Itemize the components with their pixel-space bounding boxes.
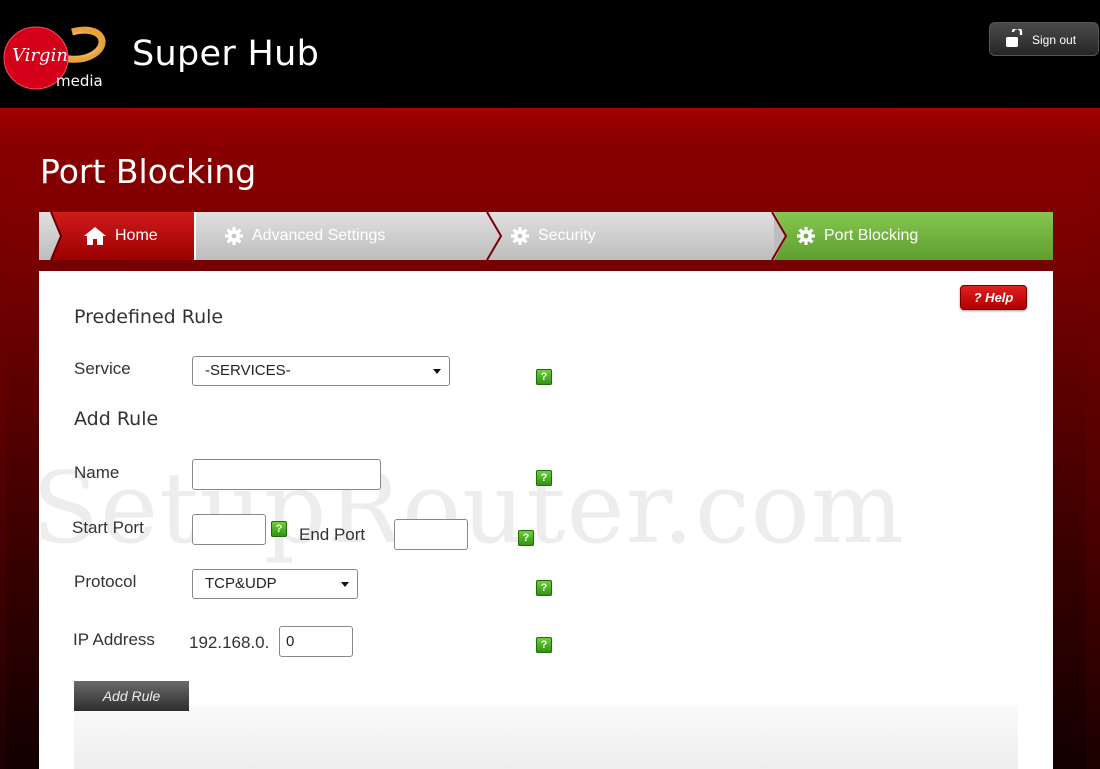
breadcrumb-security-label: Security bbox=[538, 227, 596, 244]
chevron-down-icon bbox=[433, 369, 441, 374]
add-rule-title: Add Rule bbox=[74, 408, 159, 430]
end-port-help-icon[interactable]: ? bbox=[518, 530, 534, 546]
breadcrumb-port-blocking-label: Port Blocking bbox=[824, 227, 919, 244]
service-select[interactable]: -SERVICES- bbox=[192, 356, 450, 386]
chevron-down-icon bbox=[341, 582, 349, 587]
name-help-icon[interactable]: ? bbox=[536, 470, 552, 486]
breadcrumb-port-blocking[interactable]: Port Blocking bbox=[796, 212, 918, 260]
rules-table-area bbox=[74, 705, 1018, 769]
ip-address-label: IP Address bbox=[73, 630, 155, 649]
name-label: Name bbox=[74, 463, 120, 482]
protocol-help-icon[interactable]: ? bbox=[536, 580, 552, 596]
end-port-label: End Port bbox=[299, 525, 366, 544]
breadcrumb: Home Advanced Settings Security Port Blo… bbox=[39, 212, 1053, 260]
gear-icon bbox=[225, 227, 243, 245]
start-port-help-icon[interactable]: ? bbox=[271, 521, 287, 537]
sign-out-button[interactable]: Sign out bbox=[989, 22, 1099, 56]
service-select-value: -SERVICES- bbox=[205, 362, 291, 379]
svg-text:Virgin: Virgin bbox=[12, 45, 68, 66]
service-label: Service bbox=[74, 359, 131, 378]
add-rule-button[interactable]: Add Rule bbox=[74, 681, 189, 711]
page-title: Port Blocking bbox=[40, 152, 257, 191]
breadcrumb-advanced-settings-label: Advanced Settings bbox=[252, 227, 386, 244]
gear-icon bbox=[511, 227, 529, 245]
ip-last-octet-input[interactable] bbox=[279, 626, 353, 657]
start-port-input[interactable] bbox=[192, 514, 266, 545]
virgin-media-logo: Virgin media bbox=[3, 26, 106, 90]
ip-address-help-icon[interactable]: ? bbox=[536, 637, 552, 653]
breadcrumb-home[interactable]: Home bbox=[83, 212, 158, 260]
name-input[interactable] bbox=[192, 459, 381, 490]
app-title: Super Hub bbox=[132, 34, 320, 74]
help-button[interactable]: ? Help bbox=[960, 285, 1027, 310]
protocol-label: Protocol bbox=[74, 572, 137, 591]
start-port-label: Start Port bbox=[72, 518, 144, 537]
breadcrumb-security[interactable]: Security bbox=[510, 212, 596, 260]
end-port-input[interactable] bbox=[394, 519, 468, 550]
breadcrumb-home-label: Home bbox=[115, 227, 158, 244]
breadcrumb-advanced-settings[interactable]: Advanced Settings bbox=[224, 212, 385, 260]
unlock-icon bbox=[1006, 29, 1023, 47]
sign-out-label: Sign out bbox=[1032, 33, 1077, 47]
top-header: Virgin media Super Hub Sign out bbox=[0, 0, 1100, 108]
service-help-icon[interactable]: ? bbox=[536, 369, 552, 385]
home-icon bbox=[84, 227, 106, 245]
gear-icon bbox=[797, 227, 815, 245]
ip-prefix: 192.168.0. bbox=[189, 633, 270, 652]
protocol-select[interactable]: TCP&UDP bbox=[192, 569, 358, 599]
predefined-rule-title: Predefined Rule bbox=[74, 306, 224, 328]
protocol-select-value: TCP&UDP bbox=[205, 575, 277, 592]
svg-text:media: media bbox=[56, 72, 103, 90]
